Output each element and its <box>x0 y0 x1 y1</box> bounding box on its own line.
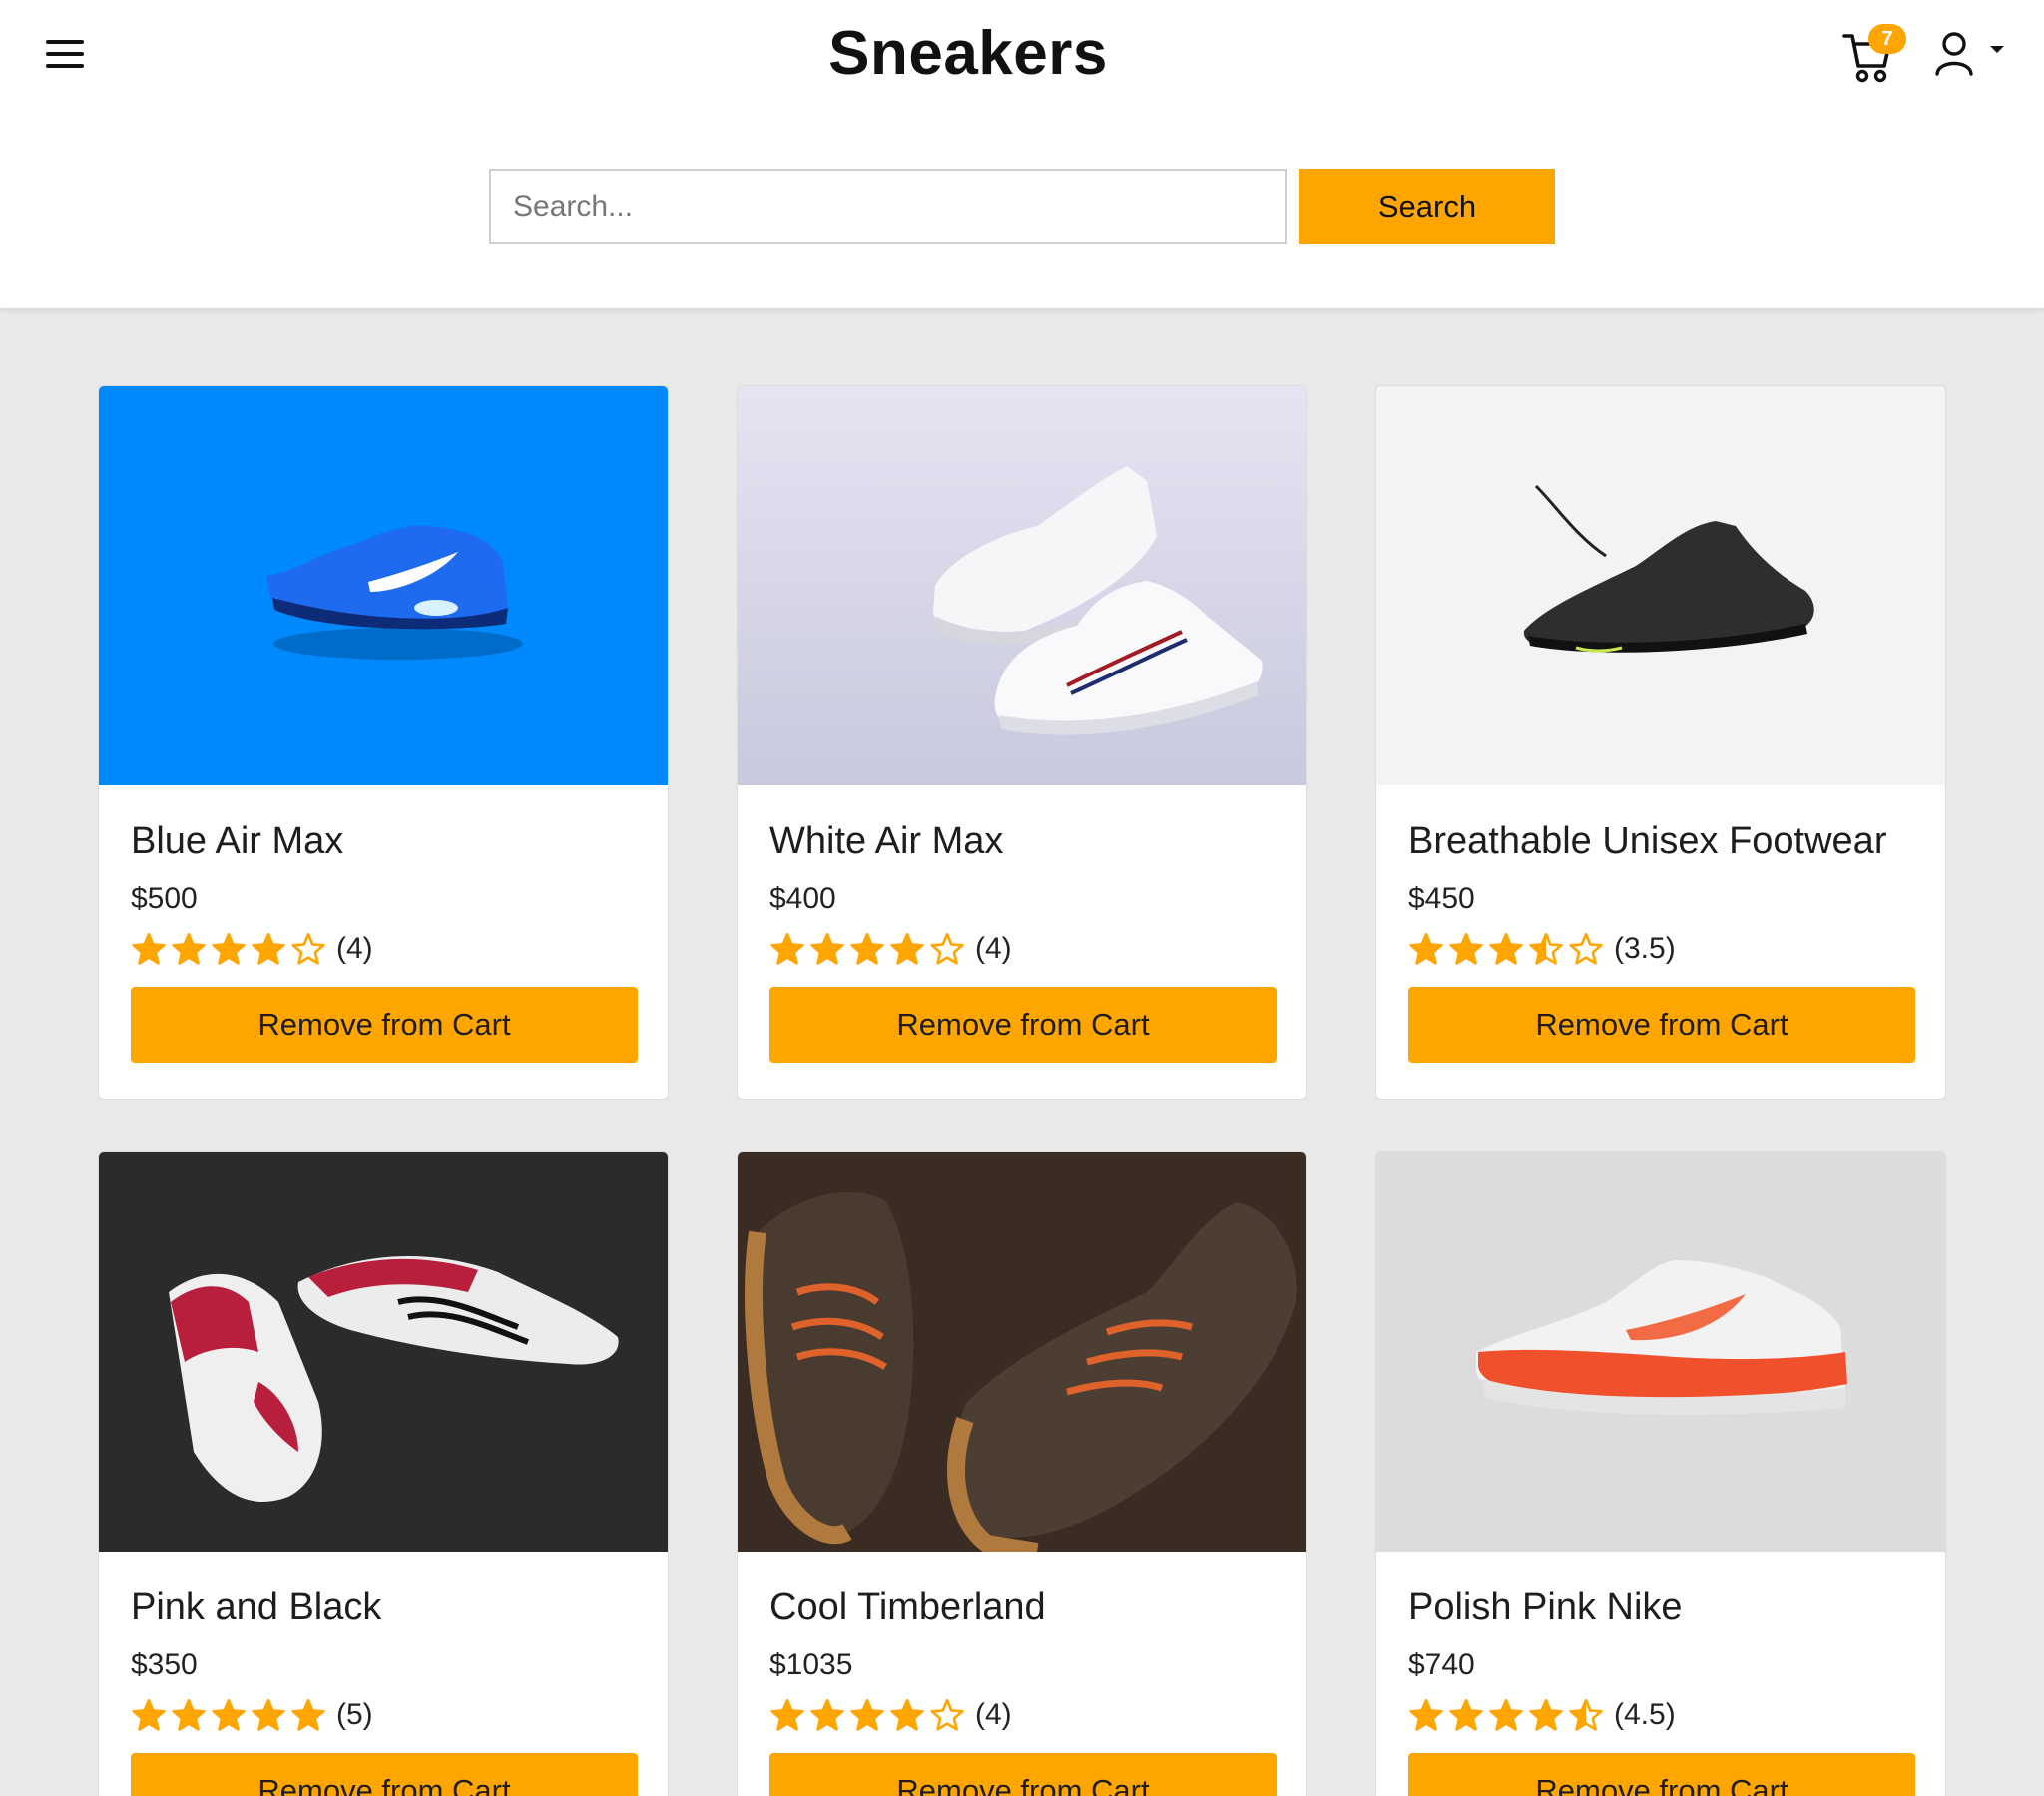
star-rating <box>131 1698 330 1732</box>
cart-count-badge: 7 <box>1868 24 1906 54</box>
star-empty-icon <box>930 933 964 965</box>
product-image[interactable] <box>1376 386 1946 785</box>
star-full-icon <box>212 933 246 965</box>
rating-value: (4) <box>975 1698 1012 1731</box>
product-name[interactable]: Blue Air Max <box>131 819 636 863</box>
product-price: $400 <box>769 882 836 915</box>
star-full-icon <box>1409 1699 1443 1731</box>
product-price: $500 <box>131 882 198 915</box>
rating-value: (3.5) <box>1614 932 1676 965</box>
product-name[interactable]: Pink and Black <box>131 1585 636 1629</box>
product-card: Blue Air Max $500 (4) Remove from Cart <box>98 385 669 1100</box>
product-price: $350 <box>131 1648 198 1681</box>
star-rating <box>1408 1698 1608 1732</box>
cart-button[interactable]: 7 <box>1842 24 1912 90</box>
star-rating <box>1408 932 1608 966</box>
remove-from-cart-button[interactable]: Remove from Cart <box>131 987 638 1063</box>
star-full-icon <box>252 1699 285 1731</box>
star-full-icon <box>1449 1699 1483 1731</box>
star-full-icon <box>770 1699 804 1731</box>
product-name[interactable]: Breathable Unisex Footwear <box>1408 819 1913 863</box>
product-rating: (4.5) <box>1408 1695 1913 1735</box>
star-full-icon <box>212 1699 246 1731</box>
search-input[interactable] <box>489 169 1287 244</box>
star-full-icon <box>252 933 285 965</box>
product-name[interactable]: Polish Pink Nike <box>1408 1585 1913 1629</box>
star-full-icon <box>890 1699 924 1731</box>
star-full-icon <box>1409 933 1443 965</box>
chevron-down-icon <box>1990 46 2004 53</box>
product-card: Pink and Black $350 (5) Remove from Cart <box>98 1151 669 1796</box>
product-grid: Blue Air Max $500 (4) Remove from Cart W… <box>98 385 1948 1796</box>
star-full-icon <box>1449 933 1483 965</box>
search-button[interactable]: Search <box>1299 169 1555 244</box>
product-rating: (5) <box>131 1695 636 1735</box>
star-full-icon <box>291 1699 325 1731</box>
product-price: $740 <box>1408 1648 1475 1681</box>
star-full-icon <box>810 933 844 965</box>
product-image[interactable] <box>1376 1152 1946 1552</box>
star-full-icon <box>890 933 924 965</box>
star-full-icon <box>810 1699 844 1731</box>
star-empty-icon <box>1569 933 1603 965</box>
product-image[interactable] <box>738 1152 1307 1552</box>
star-rating <box>769 1698 969 1732</box>
product-rating: (4) <box>769 1695 1275 1735</box>
product-name[interactable]: Cool Timberland <box>769 1585 1275 1629</box>
star-full-icon <box>850 933 884 965</box>
rating-value: (4) <box>975 932 1012 965</box>
star-empty-icon <box>291 933 325 965</box>
star-rating <box>769 932 969 966</box>
star-full-icon <box>1489 1699 1523 1731</box>
star-full-icon <box>770 933 804 965</box>
product-image[interactable] <box>99 386 669 785</box>
product-card: Breathable Unisex Footwear $450 (3.5) Re… <box>1375 385 1946 1100</box>
user-account-icon <box>1935 32 1973 76</box>
product-image[interactable] <box>738 386 1307 785</box>
star-full-icon <box>172 933 206 965</box>
product-card: Cool Timberland $1035 (4) Remove from Ca… <box>737 1151 1307 1796</box>
star-half-icon <box>1529 933 1563 965</box>
star-full-icon <box>1529 1699 1563 1731</box>
rating-value: (4) <box>336 932 373 965</box>
remove-from-cart-button[interactable]: Remove from Cart <box>769 987 1277 1063</box>
product-name[interactable]: White Air Max <box>769 819 1275 863</box>
star-half-icon <box>1569 1699 1603 1731</box>
product-image[interactable] <box>99 1152 669 1552</box>
top-navbar: Sneakers 7 Search <box>0 0 2044 308</box>
remove-from-cart-button[interactable]: Remove from Cart <box>131 1753 638 1796</box>
star-full-icon <box>132 1699 166 1731</box>
product-card: White Air Max $400 (4) Remove from Cart <box>737 385 1307 1100</box>
user-menu-toggle[interactable] <box>1934 30 2004 82</box>
product-rating: (4) <box>131 929 636 969</box>
rating-value: (5) <box>336 1698 373 1731</box>
star-rating <box>131 932 330 966</box>
product-price: $1035 <box>769 1648 853 1681</box>
star-full-icon <box>172 1699 206 1731</box>
star-full-icon <box>850 1699 884 1731</box>
product-card: Polish Pink Nike $740 (4.5) Remove from … <box>1375 1151 1946 1796</box>
star-empty-icon <box>930 1699 964 1731</box>
brand-title[interactable]: Sneakers <box>0 18 1936 89</box>
star-full-icon <box>132 933 166 965</box>
remove-from-cart-button[interactable]: Remove from Cart <box>1408 987 1915 1063</box>
remove-from-cart-button[interactable]: Remove from Cart <box>769 1753 1277 1796</box>
product-price: $450 <box>1408 882 1475 915</box>
rating-value: (4.5) <box>1614 1698 1676 1731</box>
star-full-icon <box>1489 933 1523 965</box>
product-rating: (4) <box>769 929 1275 969</box>
remove-from-cart-button[interactable]: Remove from Cart <box>1408 1753 1915 1796</box>
product-rating: (3.5) <box>1408 929 1913 969</box>
